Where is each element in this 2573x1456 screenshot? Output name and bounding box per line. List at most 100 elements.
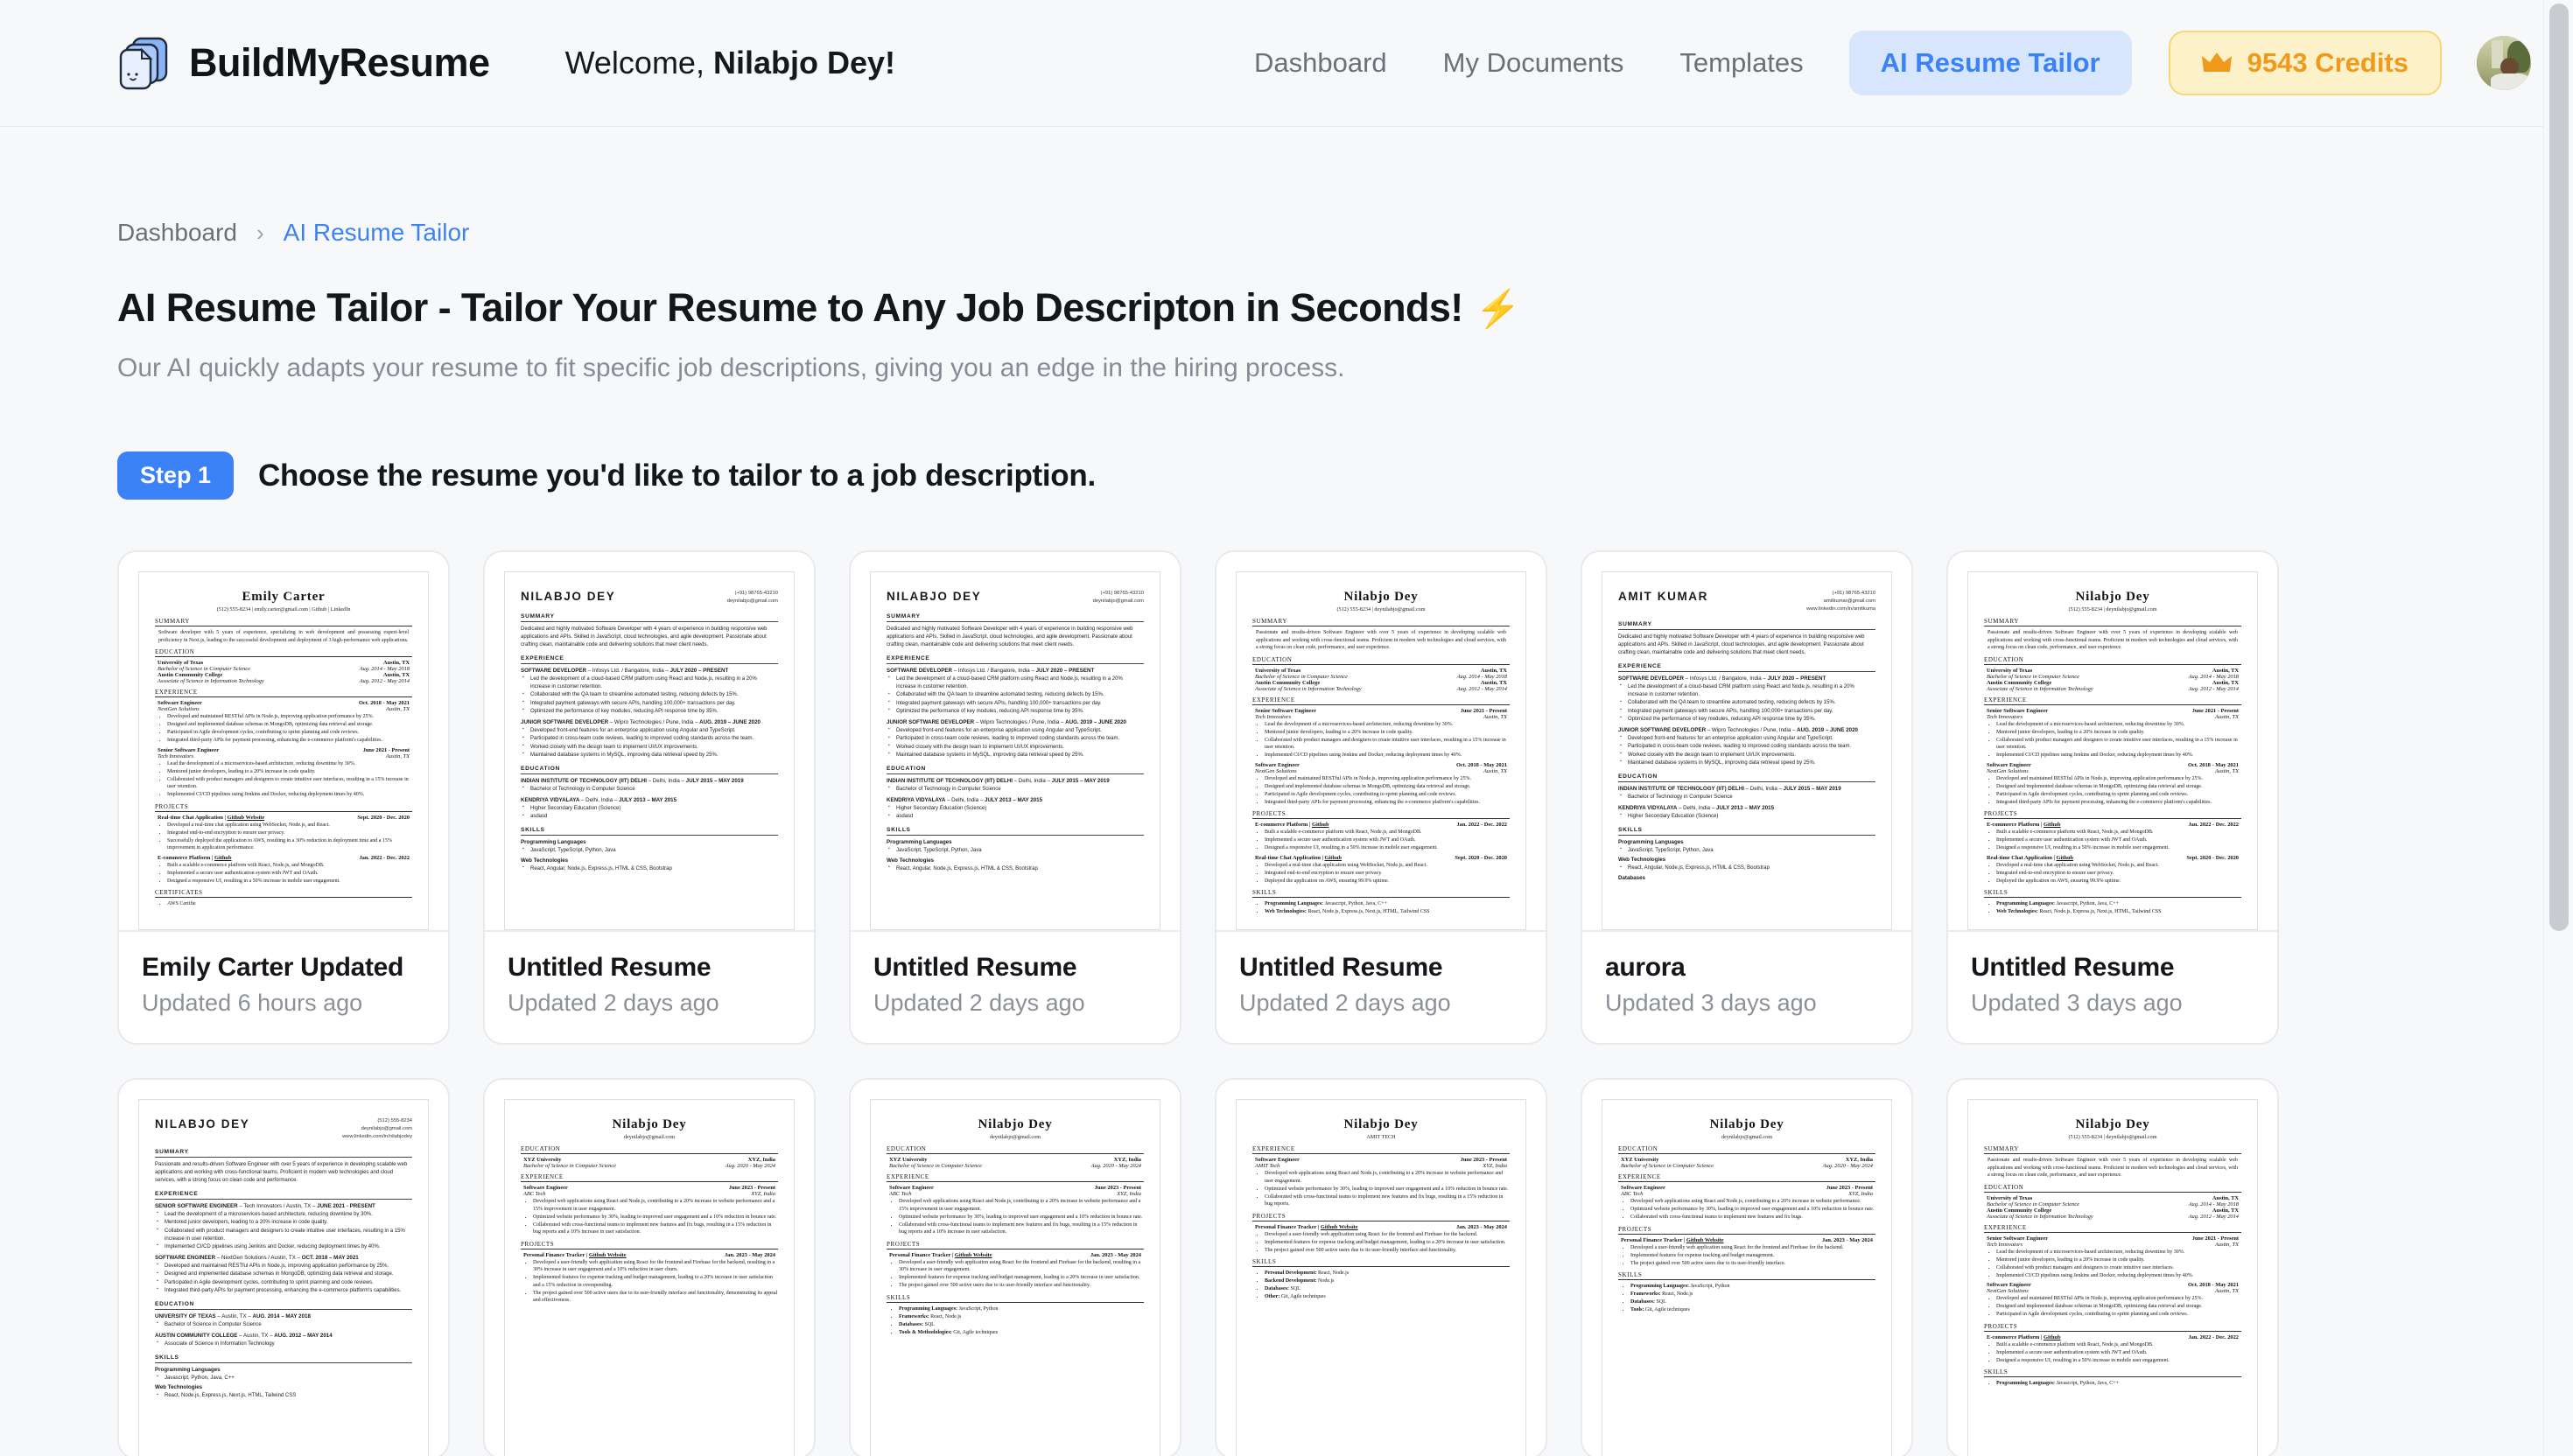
resume-bullet: Developed a real-time chat application u… [1996,862,2241,870]
resume-bullet: Implemented a secure user authentication… [1265,836,1510,844]
resume-card[interactable]: Nilabjo Dey deynilabjo@gmail.com EDUCATION… [1581,1078,1913,1456]
resume-entry: Software Engineer Oct. 2018 - May 2021 [1987,1282,2239,1289]
resume-bullet: Developed front-end features for an ente… [887,726,1144,735]
resume-section-heading: CERTIFICATES [155,889,412,899]
resume-name: NILABJO DEY [887,590,982,603]
nav-item-my-documents[interactable]: My Documents [1415,47,1652,79]
resume-paper: NILABJO DEY (+91) 98765-43210 deynilabjo@g… [504,571,795,930]
resume-bullet: Built a scalable e-commerce platform wit… [167,862,412,870]
resume-section-heading: SUMMARY [1984,1145,2241,1154]
resume-card[interactable]: Nilabjo Dey (512) 555-8234 | deynilabjo@g… [1215,550,1547,1045]
resume-bullet: Deployed the application on AWS, ensurin… [1996,878,2241,886]
resume-bullet: Databases: SQL [1630,1298,1875,1306]
resume-card[interactable]: Nilabjo Dey (512) 555-8234 | deynilabjo@g… [1946,1078,2279,1456]
scrollbar-thumb[interactable] [2549,4,2569,931]
resume-bullet: Integrated payment gateways with secure … [887,699,1144,708]
resume-bullet: Collaborated with product managers and d… [1996,737,2241,752]
resume-entry: JUNIOR SOFTWARE DEVELOPER – Wipro Techno… [887,718,1126,725]
brand-logo[interactable]: BuildMyResume [117,36,490,90]
resume-entry: SOFTWARE DEVELOPER – Infosys Ltd. / Bang… [1618,675,1826,682]
page-title: AI Resume Tailor - Tailor Your Resume to… [117,285,2531,331]
avatar[interactable] [2477,36,2531,90]
resume-summary: Passionate and results-driven Software E… [1988,1158,2238,1179]
resume-preview: Emily Carter (512) 555-8234 | emily.carte… [119,552,448,930]
resume-card[interactable]: NILABJO DEY (+91) 98765-43210 deynilabjo@g… [849,550,1181,1045]
step-badge: Step 1 [117,452,235,500]
resume-bullet: Collaborated with cross-functional teams… [1265,1194,1510,1208]
resume-card-meta: Untitled Resume Updated 2 days ago [485,930,814,1043]
resume-entry: KENDRIYA VIDYALAYA – Delhi, India – JULY… [887,796,1043,803]
resume-section-heading: SKILLS [1252,889,1510,899]
resume-entry: Austin Community College Austin, TX [158,672,410,679]
resume-card[interactable]: NILABJO DEY (+91) 98765-43210 deynilabjo@g… [483,550,816,1045]
resume-card[interactable]: Emily Carter (512) 555-8234 | emily.carte… [117,550,450,1045]
resume-bullet: Designed a responsive UI, resulting in a… [1265,844,1510,852]
resume-entry: INDIAN INSTITUTE OF TECHNOLOGY (IIT) DEL… [887,777,1110,784]
resume-bullet: Collaborated with cross-functional teams… [1630,1214,1875,1222]
resume-bullet: Implemented a secure user authentication… [1996,836,2241,844]
resume-bullet: Programming Languages: Javascript, Pytho… [1265,900,1510,908]
brand-name: BuildMyResume [189,40,490,85]
resume-contact: deynilabjo@gmail.com [989,1134,1041,1140]
resume-section-heading: SKILLS [155,1354,412,1363]
resume-card[interactable]: Nilabjo Dey deynilabjo@gmail.com EDUCATION… [849,1078,1181,1456]
resume-bullet: Implemented CI/CD pipelines using Jenkin… [167,791,412,799]
resume-name: NILABJO DEY [521,590,616,603]
resume-section-heading: SUMMARY [155,618,412,626]
resume-bullet: Implemented features for expense trackin… [533,1274,778,1289]
resume-bullet: Led the development of a cloud-based CRM… [887,675,1144,691]
resume-preview: Nilabjo Dey deynilabjo@gmail.com EDUCATION… [485,1080,814,1456]
resume-section-heading: PROJECTS [887,1241,1144,1250]
resume-bullet: JavaScript, TypeScript, Python, Java [521,846,778,855]
resume-name: Nilabjo Dey [1709,1117,1784,1131]
resume-section-heading: SKILLS [1984,1368,2241,1378]
resume-entry: Austin Community College Austin, TX [1255,679,1507,686]
resume-preview: Nilabjo Dey deynilabjo@gmail.com EDUCATION… [851,1080,1180,1456]
resume-bullet: Designed and implemented database schema… [1265,783,1510,791]
resume-bullet: Developed and maintained RESTful APIs in… [1996,1295,2241,1303]
resume-bullet: Participated in Agile development cycles… [1265,791,1510,799]
resume-card[interactable]: Nilabjo Dey (512) 555-8234 | deynilabjo@g… [1946,550,2279,1045]
nav-item-dashboard[interactable]: Dashboard [1226,47,1415,79]
resume-bullet: React, Node.js, Express.js, Next.js, HTM… [155,1392,412,1400]
resume-bullet: Designed a responsive UI, resulting in a… [1996,1357,2241,1365]
nav-item-templates[interactable]: Templates [1651,47,1831,79]
resume-entry: Senior Software Engineer June 2021 - Pres… [1987,1235,2239,1242]
breadcrumb-current[interactable]: AI Resume Tailor [284,219,470,247]
resume-bullet: Designed and implemented database schema… [1996,1303,2241,1311]
resume-bullet: Designed and implemented database schema… [155,1270,412,1278]
resume-card-meta: Untitled Resume Updated 3 days ago [1948,930,2277,1043]
resume-card[interactable]: Nilabjo Dey AMIT TECH EXPERIENCE Software E… [1215,1078,1547,1456]
resume-bullet: Designed a responsive UI, resulting in a… [1996,844,2241,852]
resume-card[interactable]: AMIT KUMAR (+91) 98765-43210 amitkumar@gma… [1581,550,1913,1045]
resume-card[interactable]: NILABJO DEY (512) 555-8234 deynilabjo@gmai… [117,1078,450,1456]
breadcrumb-dashboard[interactable]: Dashboard [117,219,237,247]
resume-bullet: Optimized website performance by 30%, le… [533,1214,778,1222]
resume-skill-group: Programming Languages [1618,838,1684,845]
resume-section-heading: SUMMARY [1618,621,1875,630]
resume-skill-group: Web Technologies [887,857,935,864]
resume-bullet: Optimized website performance by 30%, le… [1265,1186,1510,1194]
resume-document: Nilabjo Dey (512) 555-8234 | deynilabjo@g… [1984,1117,2241,1388]
nav-item-ai-resume-tailor[interactable]: AI Resume Tailor [1848,31,2132,95]
resume-name: AMIT KUMAR [1618,590,1708,603]
resume-bullet: Built a scalable e-commerce platform wit… [1996,1341,2241,1349]
resume-card[interactable]: Nilabjo Dey deynilabjo@gmail.com EDUCATION… [483,1078,816,1456]
header-nav: Dashboard My Documents Templates AI Resu… [1226,31,2531,95]
credits-badge[interactable]: 9543 Credits [2168,31,2442,95]
vertical-scrollbar[interactable] [2543,0,2573,1456]
resume-bullet: Led the development of a cloud-based CRM… [521,675,778,691]
resume-contact: (+91) 98765-43210 deynilabjo@gmail.com [1092,591,1144,604]
resume-entry: Real-time Chat Application | Github Sept.… [1255,854,1507,861]
resume-entry: UNIVERSITY OF TEXAS – Austin, TX – AUG. … [155,1312,311,1320]
resume-bullet: Collaborated with cross-functional teams… [533,1222,778,1236]
resume-contact: (+91) 98765-43210 deynilabjo@gmail.com [726,591,778,604]
resume-preview: NILABJO DEY (+91) 98765-43210 deynilabjo@g… [851,552,1180,930]
resume-card-meta: Untitled Resume Updated 2 days ago [1216,930,1546,1043]
resume-bullet: Integrated third-party APIs for payment … [1265,799,1510,807]
resume-contact: (512) 555-8234 | deynilabjo@gmail.com [2068,606,2157,612]
resume-name: Nilabjo Dey [2075,590,2150,604]
resume-bullet: Collaborated with product managers and d… [155,1227,412,1243]
resume-section-heading: EDUCATION [1984,656,2241,665]
resume-bullet: Participated in Agile development cycles… [1996,1311,2241,1319]
